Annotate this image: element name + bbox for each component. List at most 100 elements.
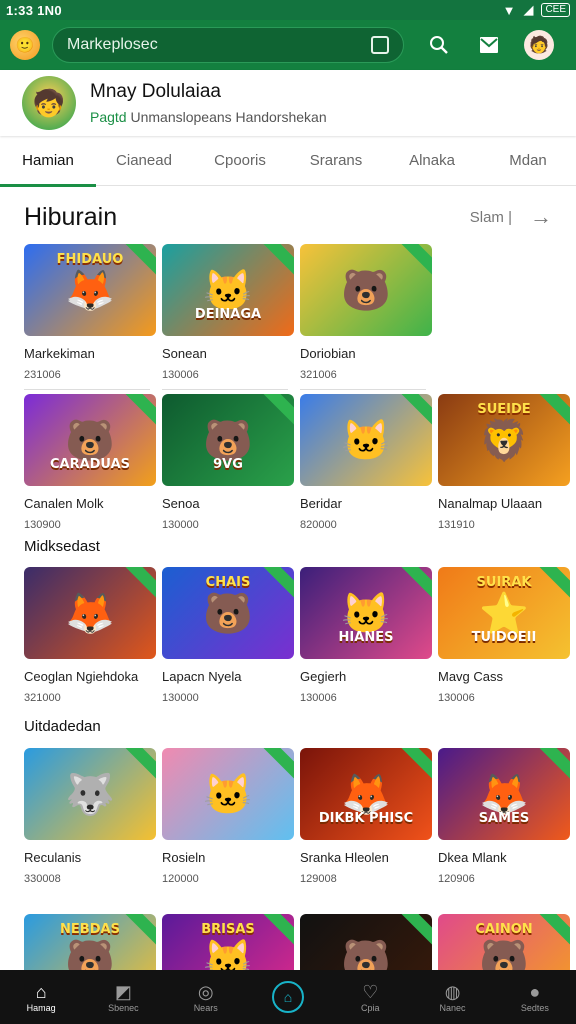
divider — [300, 389, 426, 390]
game-card[interactable]: 🐱 HIANES Gegierh 130006 — [300, 567, 432, 704]
game-thumbnail[interactable]: 🦊 SAMES — [438, 748, 570, 840]
tab-4[interactable]: Alnaka — [384, 136, 480, 186]
search-input[interactable]: Markeplosec — [52, 27, 404, 63]
category-tabs: Hamian Cianead Cpooris Srarans Alnaka Md… — [0, 136, 576, 187]
game-thumbnail[interactable]: 🐱 DEINAGA — [162, 244, 294, 336]
game-thumbnail[interactable]: 🐻 — [300, 244, 432, 336]
tab-2[interactable]: Cpooris — [192, 136, 288, 186]
new-ribbon — [262, 748, 294, 782]
user-avatar-icon[interactable]: 🧑 — [524, 30, 554, 60]
profile-card[interactable]: 🧒 Mnay Dolulaiaa Pagtd Unmanslopeans Han… — [0, 70, 576, 136]
game-count: 130000 — [162, 519, 199, 531]
tab-1[interactable]: Cianead — [96, 136, 192, 186]
game-logo-text: SUEIDE — [477, 402, 531, 417]
game-thumbnail[interactable]: 🐻 9VG — [162, 394, 294, 486]
profile-name: Mnay Dolulaiaa — [90, 81, 221, 102]
game-thumbnail[interactable]: 🐻 CARADUAS — [24, 394, 156, 486]
game-thumbnail[interactable]: 🐱 — [300, 394, 432, 486]
nav-item[interactable]: ◎ Nears — [165, 970, 247, 1024]
game-thumbnail[interactable]: 🐻 CHAIS — [162, 567, 294, 659]
game-title: Nanalmap Ulaaan — [438, 496, 543, 511]
game-card[interactable]: 🦊 FHIDAUO Markekiman 231006 — [24, 244, 156, 390]
profile-status: Pagtd — [90, 109, 127, 125]
nav-item[interactable]: ⌂ — [247, 970, 329, 1024]
game-card[interactable]: 🦁 SUEIDE Nanalmap Ulaaan 131910 — [438, 394, 570, 531]
game-card[interactable]: 🐻 CARADUAS Canalen Molk 130900 — [24, 394, 156, 531]
game-card[interactable]: ⭐ SUIRAK TUIDOEII Mavg Cass 130006 — [438, 567, 570, 704]
game-title: Lapacn Nyela — [162, 669, 242, 684]
new-ribbon — [400, 914, 432, 948]
game-card[interactable]: 🐱 Beridar 820000 — [300, 394, 432, 531]
nav-label: Sbenec — [108, 1003, 139, 1013]
nav-item[interactable]: ⌂ Hamag — [0, 970, 82, 1024]
nav-item[interactable]: ♡ Cpia — [329, 970, 411, 1024]
nav-item[interactable]: ● Sedtes — [494, 970, 576, 1024]
arrow-right-icon[interactable]: → — [530, 204, 552, 230]
game-card[interactable]: 🐻 9VG Senoa 130000 — [162, 394, 294, 531]
game-card[interactable]: 🦊 DIKBK PHISC Sranka Hleolen 129008 — [300, 748, 432, 885]
game-logo-text: CHAIS — [205, 575, 251, 590]
nav-label: Nanec — [439, 1003, 466, 1013]
game-thumbnail[interactable]: 🐱 HIANES — [300, 567, 432, 659]
game-title: Reculanis — [24, 850, 82, 865]
game-thumbnail[interactable]: 🐱 — [162, 748, 294, 840]
game-card[interactable]: 🐱 DEINAGA Sonean 130006 — [162, 244, 294, 390]
character-icon: 🦁 — [479, 418, 529, 463]
game-card[interactable]: 🐺 Reculanis 330008 — [24, 748, 156, 885]
new-ribbon — [124, 394, 156, 428]
game-thumbnail[interactable]: 🦊 DIKBK PHISC — [300, 748, 432, 840]
game-card[interactable]: 🐱 Rosieln 120000 — [162, 748, 294, 885]
game-thumbnail[interactable]: 🦊 — [24, 567, 156, 659]
new-ribbon — [400, 244, 432, 278]
game-thumbnail[interactable]: 🦊 FHIDAUO — [24, 244, 156, 336]
home-icon: ⌂ — [35, 982, 47, 1002]
tab-5[interactable]: Mdan — [480, 136, 576, 186]
game-card[interactable]: 🦊 SAMES Dkea Mlank 120906 — [438, 748, 570, 885]
bag-icon: ♡ — [362, 982, 379, 1002]
game-logo-text: BRISAS — [201, 922, 255, 937]
game-logo-text: FHIDAUO — [56, 252, 124, 267]
center-icon: ⌂ — [271, 981, 304, 1013]
game-thumbnail[interactable]: 🦁 SUEIDE — [438, 394, 570, 486]
search-icon[interactable] — [424, 30, 454, 60]
game-title: Sranka Hleolen — [300, 850, 389, 865]
inbox-icon[interactable] — [474, 30, 504, 60]
game-logo-text: NEBDAS — [60, 922, 120, 937]
game-logo-text: TUIDOEII — [471, 630, 537, 645]
game-card[interactable]: 🐻 CHAIS Lapacn Nyela 130000 — [162, 567, 294, 704]
wifi-icon: ▼ — [502, 2, 516, 18]
section-title: Hiburain — [24, 202, 118, 231]
tab-3[interactable]: Srarans — [288, 136, 384, 186]
game-logo-text: SUIRAK — [476, 575, 532, 590]
nav-item[interactable]: ◩ Sbenec — [82, 970, 164, 1024]
game-count: 120000 — [162, 873, 199, 885]
game-card[interactable]: 🐻 Doriobian 321006 — [300, 244, 432, 390]
game-count: 130006 — [300, 692, 337, 704]
nav-item[interactable]: ◍ Nanec — [411, 970, 493, 1024]
game-title: Rosieln — [162, 850, 206, 865]
game-thumbnail[interactable]: 🐺 — [24, 748, 156, 840]
game-logo-text: SAMES — [478, 811, 530, 826]
scan-icon[interactable] — [371, 36, 389, 54]
tab-0[interactable]: Hamian — [0, 136, 96, 187]
game-grid-row: 🐻 CARADUAS Canalen Molk 130900 🐻 9VG Senoa 1300… — [24, 394, 570, 531]
battery-icon: CEE — [541, 3, 570, 17]
game-card[interactable]: 🦊 Ceoglan Ngiehdoka 321000 — [24, 567, 156, 704]
game-logo-text: DIKBK PHISC — [318, 811, 414, 826]
character-icon: 🐻 — [203, 591, 253, 636]
game-title: Sonean — [162, 346, 207, 361]
game-count: 120906 — [438, 873, 475, 885]
profile-subtitle: Pagtd Unmanslopeans Handorshekan — [90, 109, 327, 125]
nav-label: Hamag — [26, 1003, 56, 1013]
game-title: Doriobian — [300, 346, 356, 361]
game-title: Beridar — [300, 496, 342, 511]
game-logo-text: CARADUAS — [49, 457, 131, 472]
character-icon: 🦊 — [65, 591, 115, 636]
see-all-link[interactable]: Slam | — [470, 209, 512, 226]
app-logo-icon[interactable]: 🙂 — [10, 30, 40, 60]
game-title: Markekiman — [24, 346, 95, 361]
new-ribbon — [124, 567, 156, 601]
game-card — [438, 244, 566, 390]
game-thumbnail[interactable]: ⭐ SUIRAK TUIDOEII — [438, 567, 570, 659]
game-logo-text: DEINAGA — [194, 307, 262, 322]
